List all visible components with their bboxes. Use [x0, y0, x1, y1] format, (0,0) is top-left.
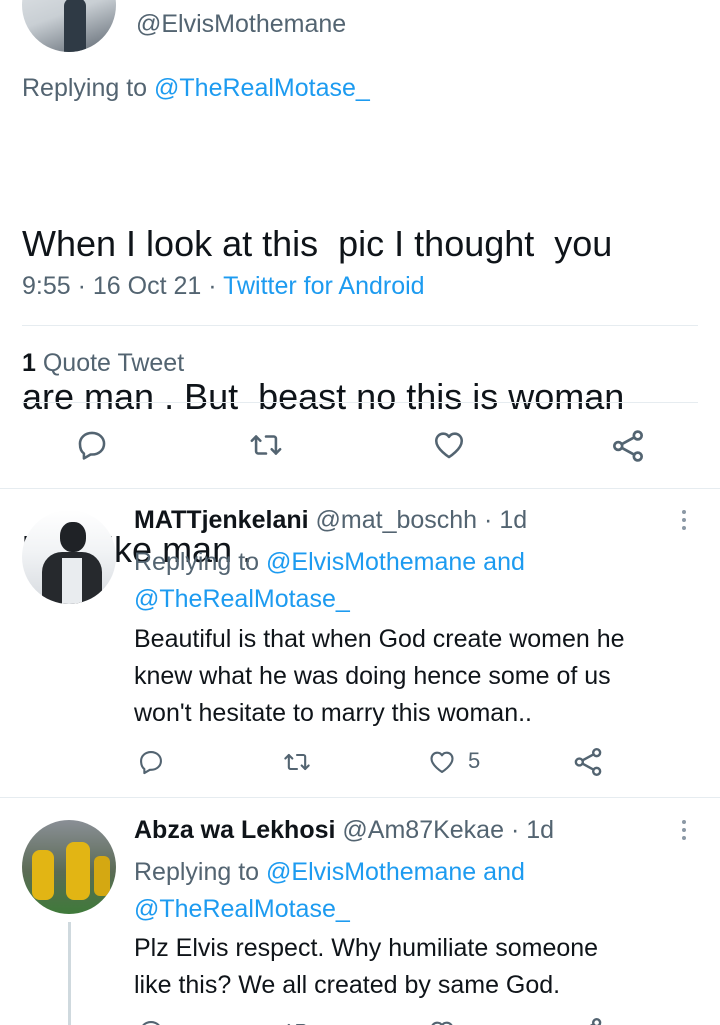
reply-avatar[interactable] [22, 510, 116, 604]
tweet-meta: 9:55 · 16 Oct 21 · Twitter for Android [22, 272, 425, 301]
replying-to-label: Replying to [22, 74, 148, 102]
tweet-text-line: When I look at this pic I thought you [22, 223, 613, 264]
quote-label: Quote Tweet [42, 349, 185, 377]
reply-time[interactable]: 1d [526, 816, 554, 844]
retweet-icon[interactable] [283, 748, 311, 776]
reply-text-line: like this? We all created by same God. [134, 971, 561, 999]
replying-to: Replying to @TheRealMotase_ [22, 74, 370, 103]
author-avatar[interactable] [22, 0, 116, 52]
share-icon[interactable] [610, 428, 646, 464]
replying-to-and: and [483, 548, 525, 576]
reply-author-handle[interactable]: @Am87Kekae [342, 816, 504, 844]
reply-author-name[interactable]: Abza wa Lekhosi [134, 816, 335, 844]
tweet-source[interactable]: Twitter for Android [223, 272, 424, 300]
reply-text-line: knew what he was doing hence some of us [134, 662, 611, 690]
reply-replying-to: Replying to @ElvisMothemane and @TheReal… [134, 544, 525, 618]
like-count: 5 [468, 748, 481, 773]
meta-separator: · [208, 272, 224, 300]
more-options-icon[interactable] [681, 510, 687, 530]
reply-time[interactable]: 1d [499, 506, 527, 534]
divider [22, 325, 698, 326]
reply-text: Plz Elvis respect. Why humiliate someone… [134, 930, 598, 1004]
quote-tweets-link[interactable]: 1 Quote Tweet [22, 349, 184, 378]
replying-to-link[interactable]: @ElvisMothemane [266, 858, 476, 886]
reply-icon[interactable] [137, 1018, 165, 1025]
reply-text: Beautiful is that when God create women … [134, 621, 625, 732]
divider [22, 402, 698, 403]
reply-icon[interactable] [75, 428, 109, 462]
share-icon[interactable] [572, 746, 604, 778]
like-icon[interactable] [427, 748, 457, 776]
retweet-icon[interactable] [249, 428, 283, 462]
replying-to-link[interactable]: @TheRealMotase_ [134, 581, 525, 618]
reply-text-line: Beautiful is that when God create women … [134, 625, 625, 653]
replying-to-and: and [483, 858, 525, 886]
author-handle[interactable]: @ElvisMothemane [136, 10, 346, 39]
more-options-icon[interactable] [681, 820, 687, 840]
reply-avatar[interactable] [22, 820, 116, 914]
quote-count: 1 [22, 349, 36, 377]
replying-to-label: Replying to [134, 548, 260, 576]
tweet-date[interactable]: 16 Oct 21 [93, 272, 201, 300]
retweet-icon[interactable] [283, 1018, 311, 1025]
reply-header: Abza wa Lekhosi @Am87Kekae · 1d [134, 816, 554, 845]
tweet-text-line: are man . But beast no this is woman [22, 376, 625, 417]
thread-line [68, 922, 71, 1025]
replying-to-link[interactable]: @ElvisMothemane [266, 548, 476, 576]
like-icon[interactable] [427, 1018, 457, 1025]
reply-text-line: won't hesitate to marry this woman.. [134, 699, 532, 727]
replying-to-link[interactable]: @TheRealMotase_ [134, 891, 525, 928]
divider [0, 797, 720, 798]
meta-separator: · [510, 816, 520, 844]
reply-author-name[interactable]: MATTjenkelani [134, 506, 309, 534]
reply-author-handle[interactable]: @mat_boschh [316, 506, 478, 534]
replying-to-label: Replying to [134, 858, 260, 886]
reply-replying-to: Replying to @ElvisMothemane and @TheReal… [134, 854, 525, 928]
reply-text-line: Plz Elvis respect. Why humiliate someone [134, 934, 599, 962]
replying-to-link[interactable]: @TheRealMotase_ [154, 74, 370, 102]
divider [0, 488, 720, 489]
reply-icon[interactable] [137, 748, 165, 776]
share-icon[interactable] [572, 1016, 604, 1025]
tweet-time[interactable]: 9:55 [22, 272, 71, 300]
meta-separator: · [484, 506, 493, 534]
like-icon[interactable] [431, 428, 467, 462]
meta-separator: · [77, 272, 93, 300]
reply-header: MATTjenkelani @mat_boschh · 1d [134, 506, 527, 535]
